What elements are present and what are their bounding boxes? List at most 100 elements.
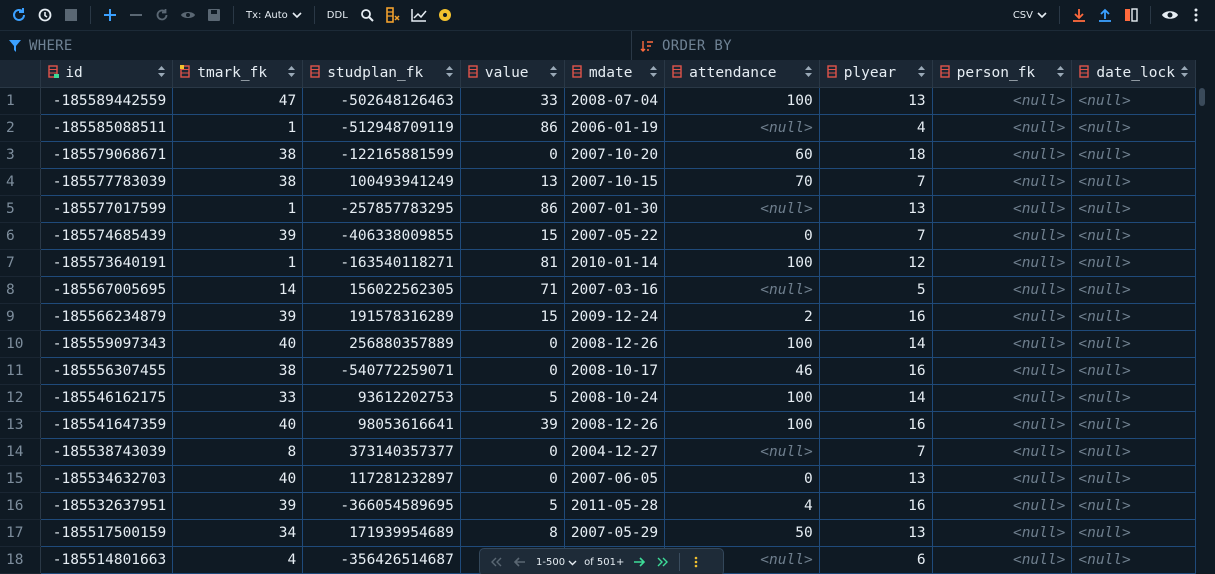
- cell-studplan-fk[interactable]: 256880357889: [302, 330, 461, 358]
- refresh-icon[interactable]: [6, 0, 32, 30]
- cell-attendance[interactable]: 100: [664, 330, 820, 358]
- cell-mdate[interactable]: 2007-06-05: [564, 465, 666, 493]
- cell-studplan-fk[interactable]: -122165881599: [302, 141, 461, 169]
- cell-person-fk[interactable]: <null>: [932, 357, 1073, 385]
- cell-plyear[interactable]: 13: [819, 87, 933, 115]
- cell-mdate[interactable]: 2007-05-29: [564, 519, 666, 547]
- cell-studplan-fk[interactable]: 191578316289: [302, 303, 461, 331]
- cell-tmark-fk[interactable]: 38: [172, 168, 304, 196]
- where-filter-input[interactable]: WHERE: [0, 31, 632, 61]
- cell-date-lock[interactable]: <null>: [1071, 168, 1196, 196]
- cell-value[interactable]: 0: [460, 438, 565, 466]
- cell-studplan-fk[interactable]: 117281232897: [302, 465, 461, 493]
- cell-value[interactable]: 0: [460, 465, 565, 493]
- cell-date-lock[interactable]: <null>: [1071, 411, 1196, 439]
- cell-date-lock[interactable]: <null>: [1071, 303, 1196, 331]
- revert-icon[interactable]: [149, 0, 175, 30]
- cell-person-fk[interactable]: <null>: [932, 168, 1073, 196]
- cell-id[interactable]: -185566234879: [40, 303, 174, 331]
- cell-tmark-fk[interactable]: 1: [172, 249, 304, 277]
- column-header-studplan-fk[interactable]: studplan_fk: [302, 60, 461, 88]
- cell-id[interactable]: -185579068671: [40, 141, 174, 169]
- cell-attendance[interactable]: 0: [664, 222, 820, 250]
- cell-person-fk[interactable]: <null>: [932, 519, 1073, 547]
- table-row[interactable]: 1 -185589442559 47 -502648126463 33 2008-07-0…: [0, 87, 1196, 115]
- transaction-mode-dropdown[interactable]: Tx: Auto: [240, 0, 308, 30]
- cell-person-fk[interactable]: <null>: [932, 465, 1073, 493]
- cell-mdate[interactable]: 2004-12-27: [564, 438, 666, 466]
- cell-id[interactable]: -185541647359: [40, 411, 174, 439]
- column-header-person-fk[interactable]: person_fk: [932, 60, 1073, 88]
- table-row[interactable]: 6 -185574685439 39 -406338009855 15 2007-05-2…: [0, 222, 1196, 250]
- cell-plyear[interactable]: 7: [819, 222, 933, 250]
- cell-plyear[interactable]: 16: [819, 357, 933, 385]
- cell-attendance[interactable]: 50: [664, 519, 820, 547]
- cell-id[interactable]: -185534632703: [40, 465, 174, 493]
- cell-studplan-fk[interactable]: -366054589695: [302, 492, 461, 520]
- cell-plyear[interactable]: 13: [819, 195, 933, 223]
- table-row[interactable]: 16 -185532637951 39 -366054589695 5 2011-05-2…: [0, 492, 1196, 520]
- cell-tmark-fk[interactable]: 1: [172, 195, 304, 223]
- cell-attendance[interactable]: 0: [664, 465, 820, 493]
- cell-attendance[interactable]: <null>: [664, 114, 820, 142]
- cell-date-lock[interactable]: <null>: [1071, 357, 1196, 385]
- cell-tmark-fk[interactable]: 40: [172, 330, 304, 358]
- table-row[interactable]: 7 -185573640191 1 -163540118271 81 2010-01-14…: [0, 249, 1196, 277]
- cell-mdate[interactable]: 2007-03-16: [564, 276, 666, 304]
- add-row-icon[interactable]: [97, 0, 123, 30]
- cell-person-fk[interactable]: <null>: [932, 141, 1073, 169]
- cell-id[interactable]: -185517500159: [40, 519, 174, 547]
- cell-tmark-fk[interactable]: 8: [172, 438, 304, 466]
- cell-person-fk[interactable]: <null>: [932, 114, 1073, 142]
- cell-date-lock[interactable]: <null>: [1071, 438, 1196, 466]
- cell-mdate[interactable]: 2006-01-19: [564, 114, 666, 142]
- cell-plyear[interactable]: 13: [819, 465, 933, 493]
- cell-id[interactable]: -185577017599: [40, 195, 174, 223]
- table-row[interactable]: 5 -185577017599 1 -257857783295 86 2007-01-30…: [0, 195, 1196, 223]
- cell-tmark-fk[interactable]: 38: [172, 141, 304, 169]
- cell-plyear[interactable]: 7: [819, 168, 933, 196]
- cell-date-lock[interactable]: <null>: [1071, 87, 1196, 115]
- cell-plyear[interactable]: 4: [819, 114, 933, 142]
- cell-studplan-fk[interactable]: -502648126463: [302, 87, 461, 115]
- cell-tmark-fk[interactable]: 33: [172, 384, 304, 412]
- cell-value[interactable]: 13: [460, 168, 565, 196]
- cell-mdate[interactable]: 2007-01-30: [564, 195, 666, 223]
- cell-tmark-fk[interactable]: 39: [172, 303, 304, 331]
- cell-attendance[interactable]: <null>: [664, 438, 820, 466]
- cell-tmark-fk[interactable]: 4: [172, 546, 304, 574]
- cell-attendance[interactable]: 46: [664, 357, 820, 385]
- cell-person-fk[interactable]: <null>: [932, 303, 1073, 331]
- cell-id[interactable]: -185589442559: [40, 87, 174, 115]
- sort-toggle-icon[interactable]: [445, 66, 453, 80]
- previous-page-icon[interactable]: [508, 549, 532, 574]
- cell-mdate[interactable]: 2008-10-24: [564, 384, 666, 412]
- cell-studplan-fk[interactable]: 100493941249: [302, 168, 461, 196]
- column-header-attendance[interactable]: attendance: [664, 60, 820, 88]
- cell-id[interactable]: -185559097343: [40, 330, 174, 358]
- cell-studplan-fk[interactable]: 98053616641: [302, 411, 461, 439]
- cell-person-fk[interactable]: <null>: [932, 276, 1073, 304]
- cell-value[interactable]: 33: [460, 87, 565, 115]
- cell-tmark-fk[interactable]: 39: [172, 222, 304, 250]
- cell-studplan-fk[interactable]: -540772259071: [302, 357, 461, 385]
- column-header-date-lock[interactable]: date_lock: [1071, 60, 1196, 88]
- cell-value[interactable]: 0: [460, 330, 565, 358]
- table-row[interactable]: 2 -185585088511 1 -512948709119 86 2006-01-19…: [0, 114, 1196, 142]
- cell-plyear[interactable]: 13: [819, 519, 933, 547]
- cell-studplan-fk[interactable]: -163540118271: [302, 249, 461, 277]
- cell-tmark-fk[interactable]: 14: [172, 276, 304, 304]
- cell-date-lock[interactable]: <null>: [1071, 195, 1196, 223]
- cell-id[interactable]: -185532637951: [40, 492, 174, 520]
- cell-value[interactable]: 86: [460, 114, 565, 142]
- cell-value[interactable]: 81: [460, 249, 565, 277]
- column-header-value[interactable]: value: [460, 60, 565, 88]
- cell-date-lock[interactable]: <null>: [1071, 546, 1196, 574]
- cell-date-lock[interactable]: <null>: [1071, 465, 1196, 493]
- cell-person-fk[interactable]: <null>: [932, 222, 1073, 250]
- cell-date-lock[interactable]: <null>: [1071, 276, 1196, 304]
- cell-tmark-fk[interactable]: 39: [172, 492, 304, 520]
- cell-mdate[interactable]: 2008-12-26: [564, 411, 666, 439]
- cell-studplan-fk[interactable]: -406338009855: [302, 222, 461, 250]
- cell-person-fk[interactable]: <null>: [932, 87, 1073, 115]
